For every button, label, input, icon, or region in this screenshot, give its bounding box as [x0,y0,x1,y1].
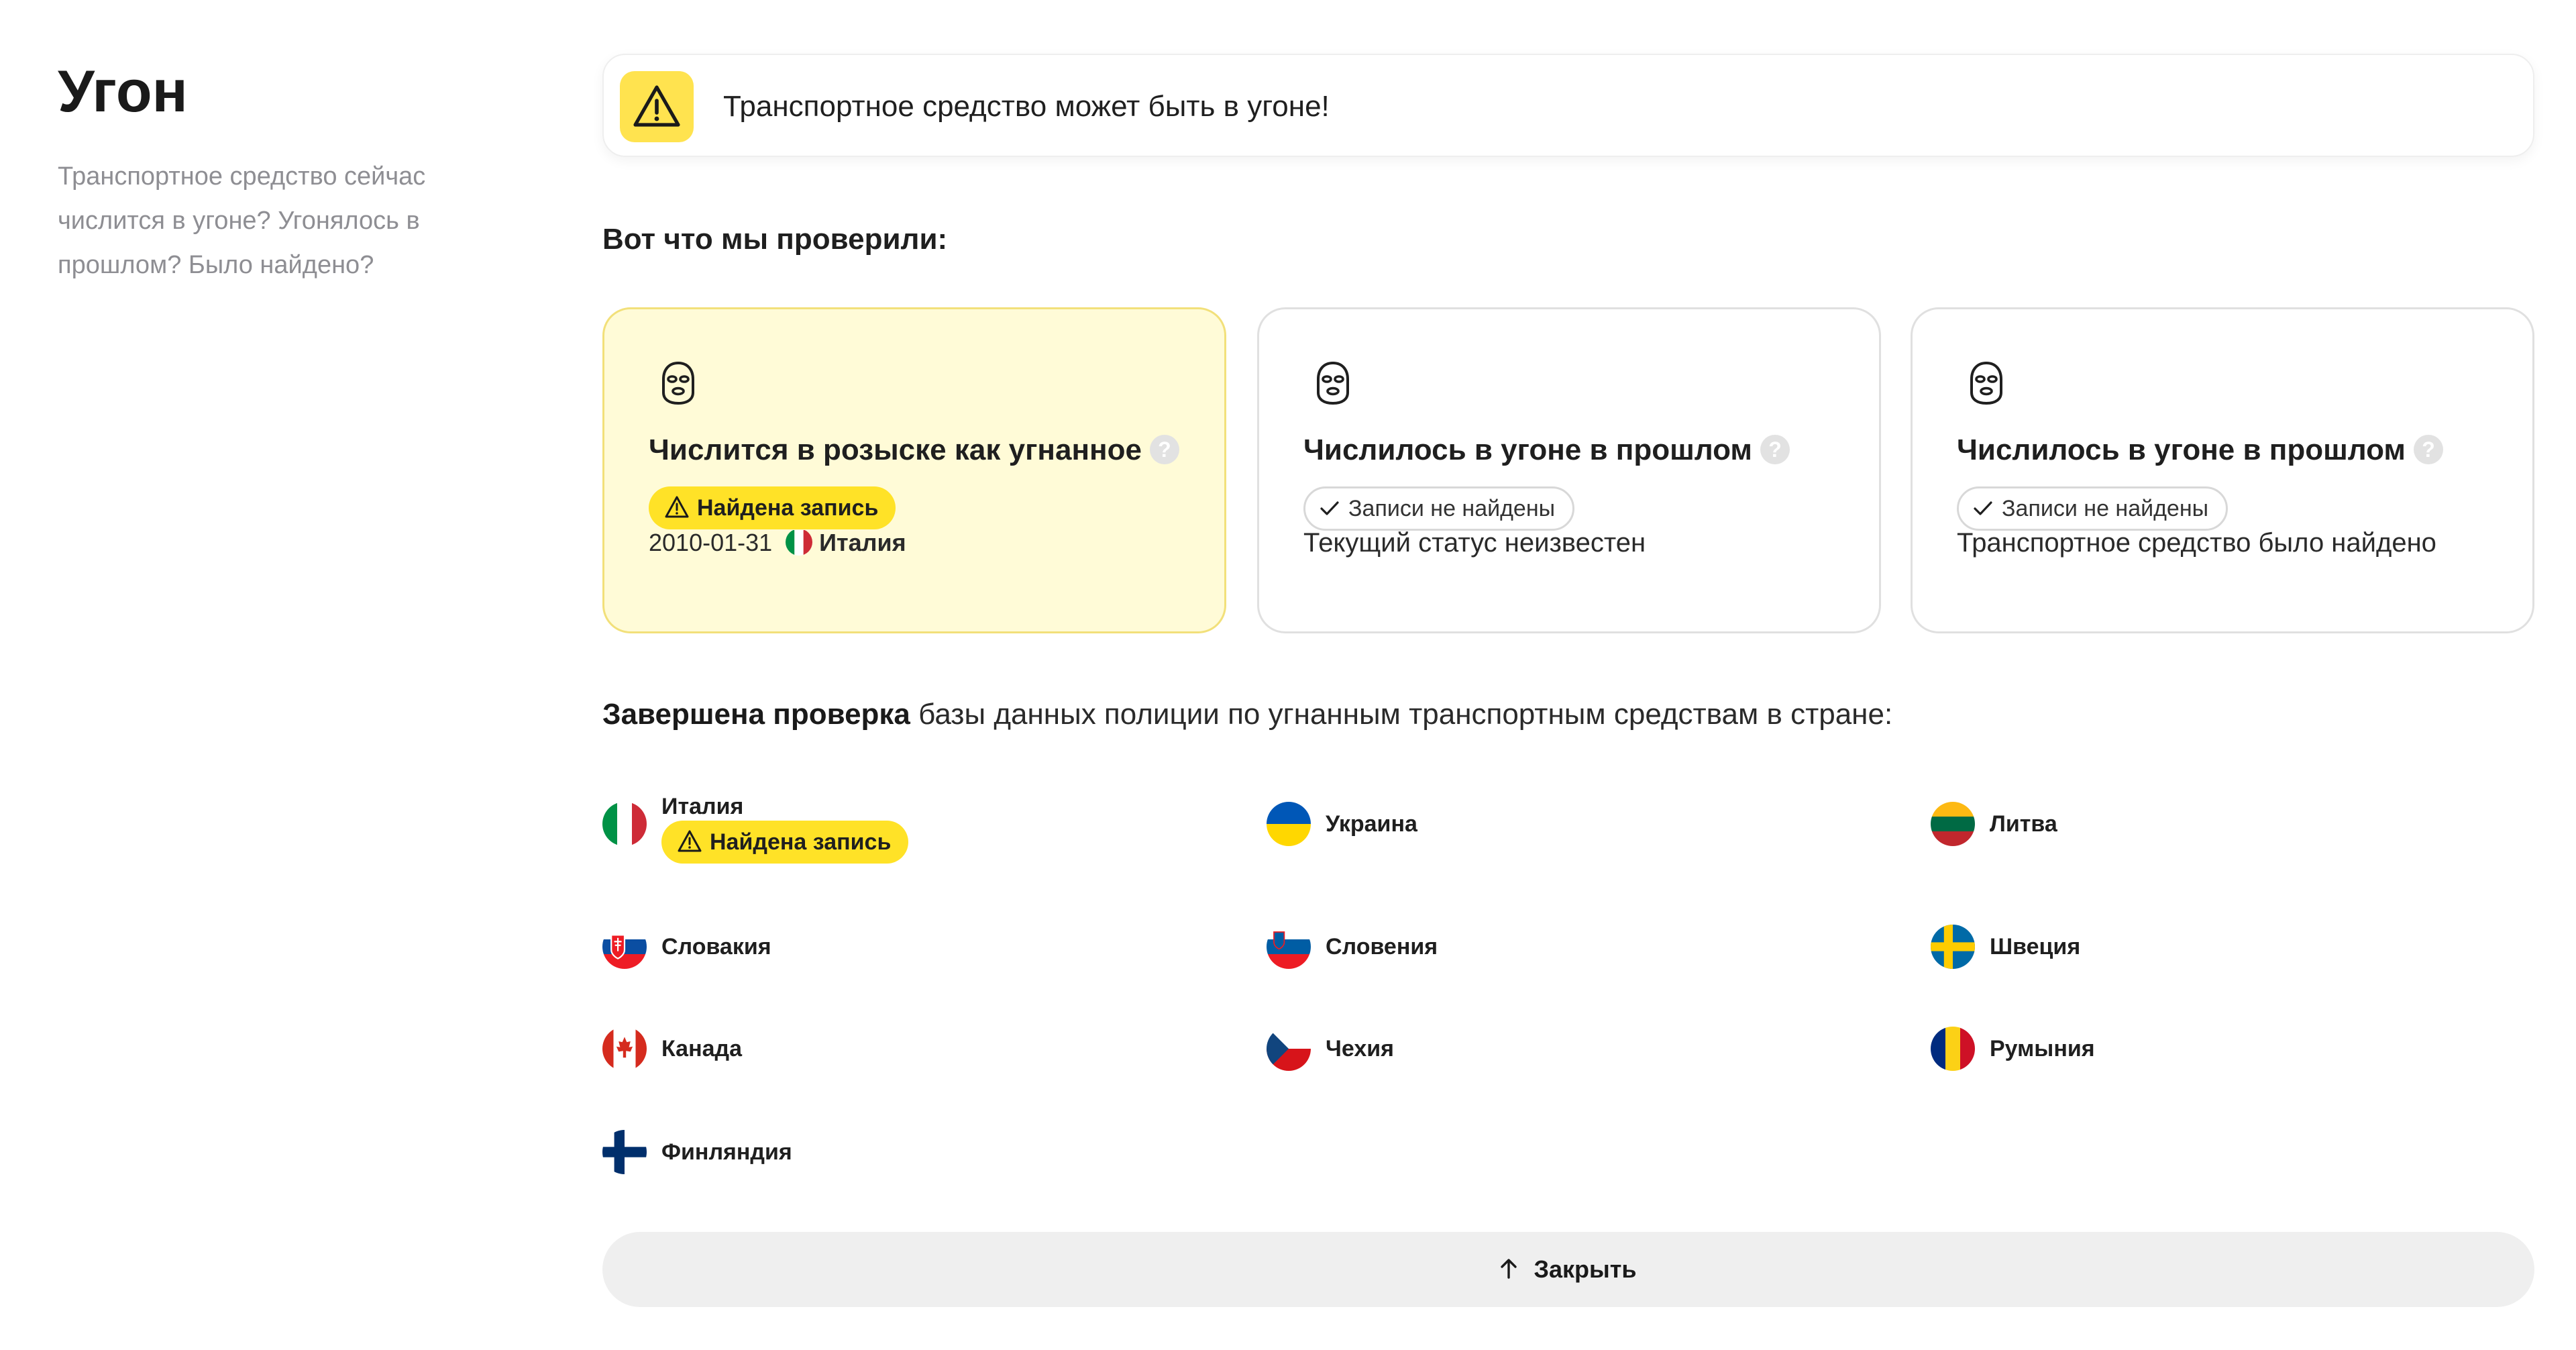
checked-heading: Вот что мы проверили: [602,223,948,256]
section-description: Транспортное средство сейчас числится в … [58,162,426,279]
flag-italy-icon [602,802,647,846]
flag-slovakia-icon [602,925,647,969]
completed-check-text: Завершена проверка базы данных полиции п… [602,698,1892,731]
card-title-text: Числилось в угоне в прошлом [1303,433,1752,466]
card-title: Числилось в угоне в прошлом? [1303,430,1790,470]
country-name: Канада [661,1036,743,1061]
help-icon[interactable]: ? [2413,435,2443,465]
record-meta: 2010-01-31 Италия [649,523,906,563]
record-country: Италия [819,529,906,556]
close-button[interactable]: Закрыть [602,1232,2534,1307]
completed-bold: Завершена проверка [602,698,910,731]
balaclava-icon [662,361,694,405]
warning-icon [620,71,694,142]
balaclava-icon [1970,361,2002,405]
badge-label: Найдена запись [697,495,879,521]
flag-lithuania-icon [1931,802,1975,846]
flag-ukraine-icon [1267,802,1311,846]
country-name: Швеция [1990,934,2081,959]
warning-icon [665,496,689,518]
check-card-past: Числилось в угоне в прошлом? Записи не н… [1257,307,1881,633]
status-badge-found: Найдена запись [661,821,909,864]
check-card-found: Числилось в угоне в прошлом? Записи не н… [1911,307,2534,633]
section-title: Угон [58,58,188,124]
flag-sweden-icon [1931,925,1975,969]
flag-slovenia-icon [1267,925,1311,969]
balaclava-icon [1317,361,1349,405]
card-title: Числится в розыске как угнанное? [649,430,1179,470]
close-button-label: Закрыть [1534,1255,1637,1283]
country-name: Румыния [1990,1036,2095,1061]
stolen-alert-banner: Транспортное средство может быть в угоне… [602,54,2534,157]
country-name: Финляндия [661,1139,792,1165]
help-icon[interactable]: ? [1760,435,1790,465]
country-name: Украина [1326,811,1417,837]
check-card-wanted: Числится в розыске как угнанное? Найдена… [602,307,1226,633]
flag-italy-icon [786,529,813,556]
check-icon [1320,501,1339,515]
alert-text: Транспортное средство может быть в угоне… [723,90,1330,123]
check-icon [1974,501,1992,515]
flag-canada-icon [602,1027,647,1071]
country-name: Литва [1990,811,2057,837]
arrow-up-icon [1501,1259,1517,1280]
card-title: Числилось в угоне в прошлом? [1957,430,2443,470]
completed-rest: базы данных полиции по угнанным транспор… [910,698,1893,731]
section-intro: Угон Транспортное средство сейчас числит… [58,58,487,287]
flag-romania-icon [1931,1027,1975,1071]
badge-label: Записи не найдены [2002,496,2209,521]
help-icon[interactable]: ? [1149,435,1179,465]
flag-finland-icon [602,1130,647,1174]
card-status: Текущий статус неизвестен [1303,528,1646,558]
card-title-text: Числилось в угоне в прошлом [1957,433,2406,466]
warning-icon [678,830,702,852]
card-status: Транспортное средство было найдено [1957,528,2436,558]
country-name: Словакия [661,934,771,959]
badge-label: Записи не найдены [1348,496,1556,521]
badge-label: Найдена запись [710,829,892,855]
card-title-text: Числится в розыске как угнанное [649,433,1142,466]
country-name: Чехия [1326,1036,1394,1061]
country-name: Словения [1326,934,1438,959]
record-date: 2010-01-31 [649,529,773,556]
flag-czechia-icon [1267,1027,1311,1071]
